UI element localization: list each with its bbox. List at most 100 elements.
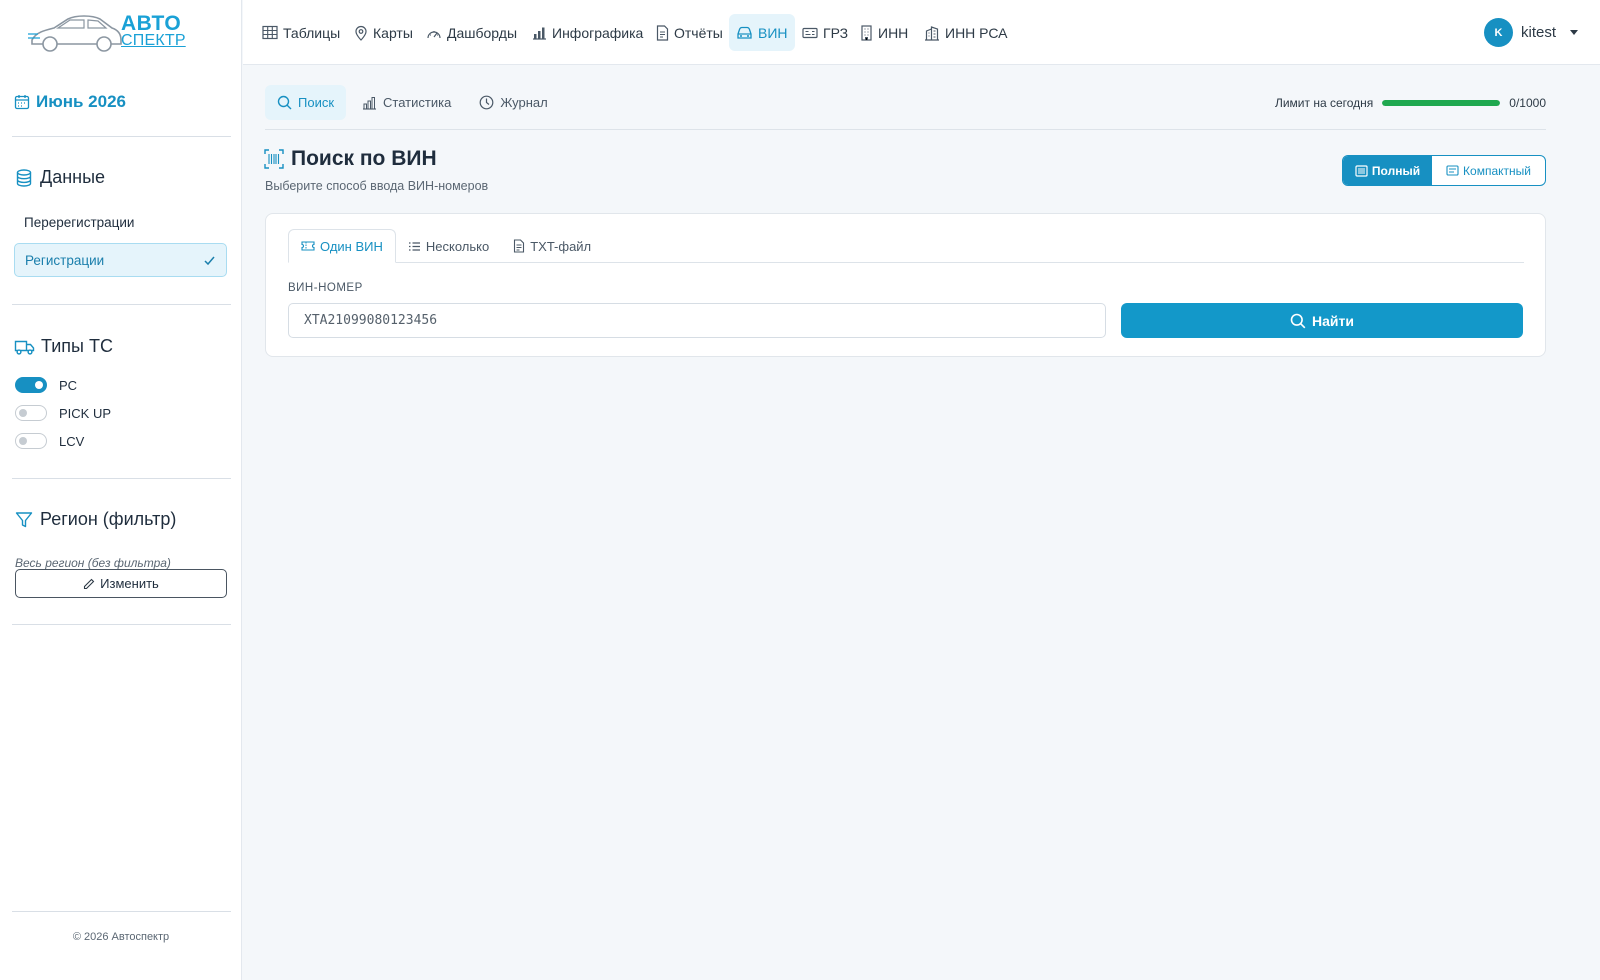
chevron-down-icon [1570, 30, 1578, 35]
database-icon [16, 168, 32, 187]
tab-txt-file[interactable]: TXT-файл [501, 229, 603, 263]
tab-label: Один ВИН [320, 238, 383, 254]
vin-field-label: ВИН-НОМЕР [288, 282, 363, 294]
region-title-label: Регион (фильтр) [40, 509, 177, 529]
filter-icon [15, 511, 33, 527]
search-icon [1290, 313, 1306, 328]
tab-statistics[interactable]: Статистика [350, 85, 463, 120]
list-detail-icon [1355, 164, 1368, 177]
brand-line1: АВТО [121, 12, 182, 35]
vin-input[interactable] [288, 303, 1106, 338]
tabs-underline [288, 262, 1524, 263]
nav-dashboards[interactable]: Дашборды [419, 14, 524, 51]
bar-chart-icon [533, 27, 546, 40]
nav-infographics[interactable]: Инфографика [525, 14, 650, 51]
table-icon [262, 25, 278, 40]
data-item-label: Регистрации [25, 253, 105, 268]
file-text-icon [514, 239, 525, 253]
sidebar-divider [12, 136, 231, 137]
nav-maps[interactable]: Карты [347, 14, 420, 51]
change-region-label: Изменить [100, 576, 159, 591]
limit-progress-bar [1382, 100, 1501, 106]
nav-grz[interactable]: ГРЗ [795, 14, 855, 51]
daily-limit: Лимит на сегодня 0/1000 [1275, 96, 1546, 110]
building-icon [861, 24, 872, 41]
page-title: Поиск по ВИН [264, 147, 437, 171]
sidebar-divider [12, 304, 231, 305]
user-name: kitest [1520, 24, 1556, 41]
types-section-title: Типы ТС [14, 336, 113, 357]
view-full-label: Полный [1371, 163, 1421, 178]
car-logo-icon [28, 15, 122, 52]
sidebar-divider [12, 624, 231, 625]
main-divider [265, 129, 1546, 130]
type-label: LCV [59, 433, 85, 449]
list-icon [408, 241, 420, 251]
month-selector[interactable]: Июнь 2026 [14, 92, 126, 112]
nav-label: Инфографика [552, 24, 644, 41]
tab-label: Статистика [383, 95, 452, 110]
sidebar-divider [12, 478, 231, 479]
nav-tables[interactable]: Таблицы [255, 14, 347, 51]
type-toggle-pickup[interactable]: PICK UP [15, 405, 111, 421]
page-title-text: Поиск по ВИН [291, 147, 437, 170]
find-button[interactable]: Найти [1121, 303, 1523, 338]
tab-journal[interactable]: Журнал [467, 85, 559, 120]
limit-progress-fill [1382, 100, 1501, 106]
view-mode-toggle: Полный Компактный [1342, 155, 1546, 186]
brand-logo[interactable]: АВТО СПЕКТР [28, 10, 193, 58]
car-icon [737, 26, 752, 39]
tab-multiple-vins[interactable]: Несколько [396, 229, 501, 263]
change-region-button[interactable]: Изменить [15, 569, 227, 598]
nav-label: Таблицы [283, 24, 341, 41]
section-tabs: Поиск Статистика Журнал [265, 85, 560, 120]
tab-label: TXT-файл [530, 238, 592, 254]
clock-icon [479, 95, 494, 110]
data-item-registrations[interactable]: Регистрации [14, 243, 227, 277]
limit-value: 0/1000 [1509, 96, 1546, 110]
type-toggle-pc[interactable]: PC [15, 377, 77, 393]
find-button-label: Найти [1312, 312, 1354, 329]
type-label: PICK UP [59, 405, 112, 421]
nav-label: ГРЗ [823, 24, 849, 41]
view-compact-button[interactable]: Компактный [1432, 156, 1545, 185]
view-compact-label: Компактный [1463, 163, 1531, 178]
input-mode-tabs: Один ВИН Несколько TXT-файл [288, 229, 603, 263]
data-title-label: Данные [40, 167, 106, 187]
nav-inn[interactable]: ИНН [853, 14, 915, 51]
type-label: PC [59, 377, 78, 393]
data-item-reregistrations[interactable]: Перерегистрации [14, 206, 227, 240]
top-navigation: Таблицы Карты Дашборды Инфографика Отчёт… [243, 0, 1600, 65]
tab-label: Несколько [425, 238, 490, 254]
truck-icon [14, 340, 35, 355]
nav-inn-rsa[interactable]: ИНН РСА [917, 14, 1015, 51]
buildings-icon [925, 25, 939, 41]
region-note: Весь регион (без фильтра) [15, 556, 171, 570]
avatar: K [1483, 18, 1513, 47]
tab-search[interactable]: Поиск [265, 85, 347, 120]
toggle-switch[interactable] [15, 377, 47, 393]
nav-vin[interactable]: ВИН [729, 14, 795, 51]
data-section-title: Данные [14, 167, 105, 188]
limit-label: Лимит на сегодня [1274, 96, 1374, 110]
types-title-label: Типы ТС [41, 336, 113, 356]
map-pin-icon [355, 25, 367, 41]
nav-label: Карты [373, 24, 413, 41]
user-menu[interactable]: K kitest [1483, 18, 1578, 47]
tab-single-vin[interactable]: Один ВИН [288, 229, 396, 263]
vin-search-card: Один ВИН Несколько TXT-файл ВИН-НОМЕР На… [265, 213, 1546, 357]
toggle-switch[interactable] [15, 433, 47, 449]
nav-reports[interactable]: Отчёты [649, 14, 730, 51]
toggle-switch[interactable] [15, 405, 47, 421]
nav-label: Отчёты [674, 24, 723, 41]
check-icon [204, 256, 215, 266]
copyright: © 2026 Автоспектр [72, 931, 170, 943]
nav-label: ИНН [878, 24, 909, 41]
region-section-title: Регион (фильтр) [14, 509, 176, 530]
tab-label: Поиск [298, 95, 335, 110]
bar-chart-icon [363, 96, 377, 110]
brand-line2: СПЕКТР [121, 32, 186, 49]
type-toggle-lcv[interactable]: LCV [15, 433, 84, 449]
view-full-button[interactable]: Полный [1343, 156, 1432, 185]
ticket-icon [301, 241, 315, 251]
